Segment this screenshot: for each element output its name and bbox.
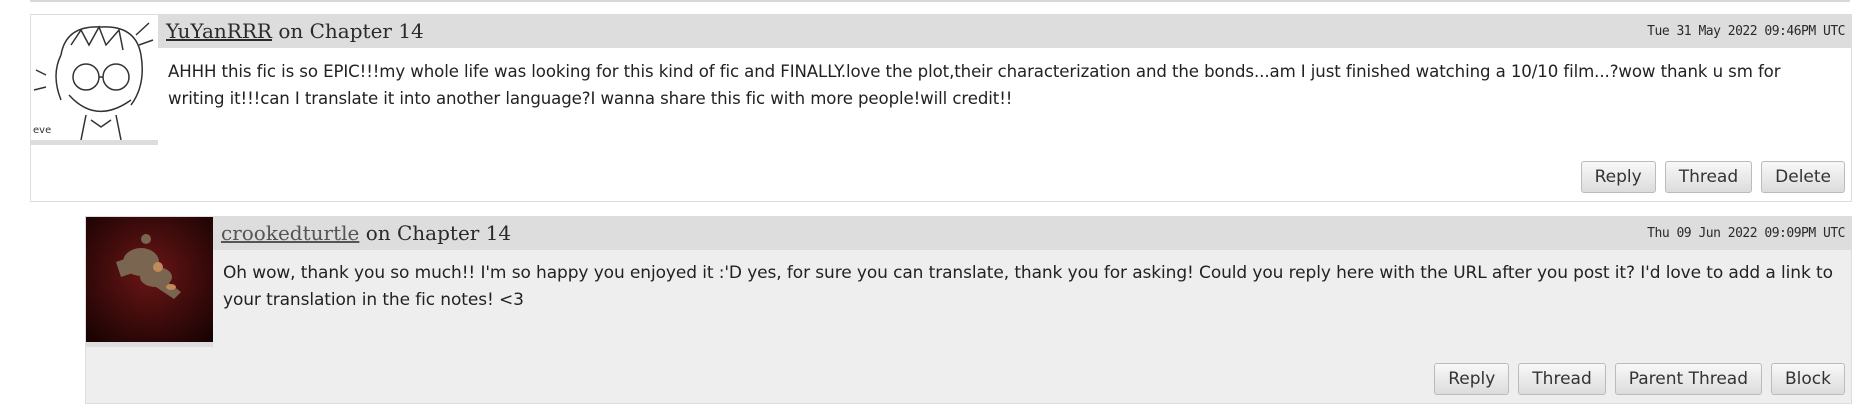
parent-thread-button[interactable]: Parent Thread bbox=[1614, 363, 1763, 395]
comment-body: AHHH this fic is so EPIC!!!my whole life… bbox=[168, 62, 1781, 108]
comment-date: Thu 09 Jun 2022 09:09PM UTC bbox=[1647, 226, 1845, 241]
comment-byline: YuYanRRR on Chapter 14 Tue 31 May 2022 0… bbox=[158, 15, 1851, 48]
thread-button[interactable]: Thread bbox=[1518, 363, 1606, 395]
comment-byline: crookedturtle on Chapter 14 Thu 09 Jun 2… bbox=[213, 217, 1851, 250]
chapter-ref: on Chapter 14 bbox=[278, 19, 424, 43]
comment-actions: Reply Thread Delete bbox=[1580, 161, 1845, 193]
comment-body: Oh wow, thank you so much!! I'm so happy… bbox=[223, 263, 1833, 310]
delete-button[interactable]: Delete bbox=[1761, 161, 1845, 193]
avatar-dark-icon bbox=[86, 217, 213, 342]
avatar-sketch-icon: eve bbox=[31, 15, 158, 140]
svg-text:eve: eve bbox=[33, 125, 51, 136]
top-divider bbox=[30, 0, 1850, 2]
author-link[interactable]: YuYanRRR bbox=[166, 19, 272, 43]
comment: eve YuYanRRR on Chapter 14 Tue 31 May 20… bbox=[30, 14, 1852, 202]
chapter-ref: on Chapter 14 bbox=[365, 221, 512, 245]
author-link[interactable]: crookedturtle bbox=[221, 221, 359, 245]
comment-date: Tue 31 May 2022 09:46PM UTC bbox=[1647, 24, 1845, 39]
reply-button[interactable]: Reply bbox=[1580, 161, 1656, 193]
reply-comment: crookedturtle on Chapter 14 Thu 09 Jun 2… bbox=[85, 216, 1852, 404]
thread-button[interactable]: Thread bbox=[1664, 161, 1753, 193]
avatar[interactable]: eve bbox=[31, 15, 158, 145]
comment-actions: Reply Thread Parent Thread Block bbox=[1434, 363, 1845, 395]
reply-button[interactable]: Reply bbox=[1434, 363, 1510, 395]
avatar[interactable] bbox=[86, 217, 213, 347]
block-button[interactable]: Block bbox=[1771, 363, 1845, 395]
